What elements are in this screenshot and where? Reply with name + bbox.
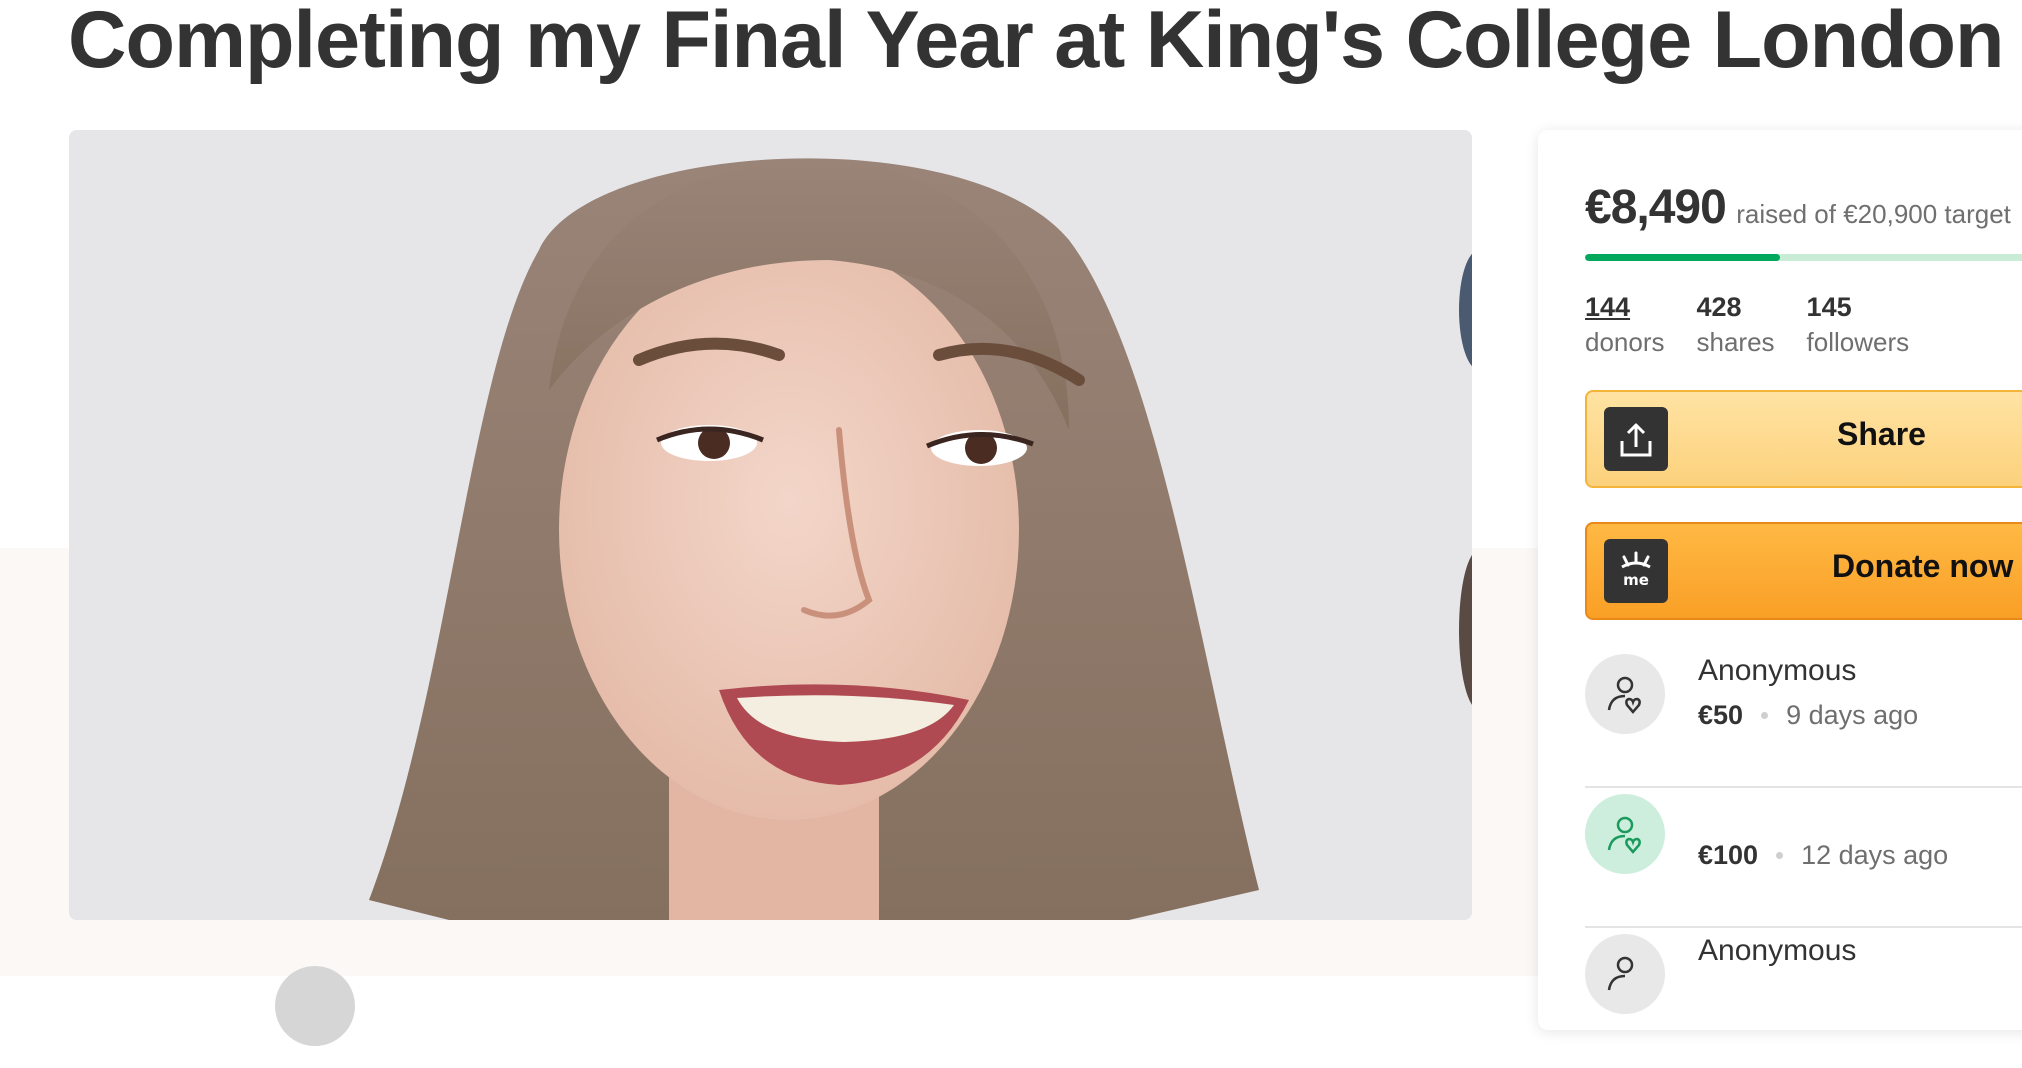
donor-name: Anonymous [1698,654,1857,687]
share-icon [1604,407,1668,471]
donor-heart-icon [1585,794,1665,874]
donor-heart-icon [1585,654,1665,734]
stat-shares-count: 428 [1696,292,1742,322]
stats-row: 144 donors 428 shares 145 followers [1585,292,1909,358]
donor-amount: €50 [1698,700,1744,730]
share-button[interactable]: Share [1585,390,2022,488]
stat-donors-count[interactable]: 144 [1585,292,1665,323]
progress-bar-fill [1585,254,1780,261]
donation-panel: €8,490 raised of €20,900 target 144 dono… [1538,130,2022,1030]
donate-button[interactable]: me Donate now [1585,522,2022,620]
stat-followers: 145 followers [1807,292,1910,358]
stat-followers-label: followers [1806,327,1910,357]
donor-item: Anonymous €50 9 days ago [1585,648,2022,788]
donor-amount: €100 [1698,840,1759,870]
organizer-avatar[interactable] [275,966,355,1046]
progress-bar [1585,254,2022,261]
stat-followers-count: 145 [1806,292,1852,322]
svg-text:me: me [1623,571,1649,589]
campaign-photo-image [69,130,1472,920]
share-button-label: Share [1837,416,1926,452]
donor-time: 12 days ago [1801,840,1949,870]
donor-heart-icon [1585,934,1665,1014]
page-title: Completing my Final Year at King's Colle… [68,0,2004,85]
donor-item: €100 12 days ago [1585,788,2022,928]
donor-meta: €50 9 days ago [1698,700,1918,731]
donor-meta: €100 12 days ago [1698,840,1948,871]
stat-donors[interactable]: 144 donors [1585,292,1665,358]
raised-amount: €8,490 [1585,181,1727,234]
stat-shares-label: shares [1696,327,1775,357]
donate-button-label: Donate now [1832,548,2014,584]
donor-item: Anonymous [1585,928,2022,1068]
donor-time: 9 days ago [1786,700,1919,730]
stat-shares: 428 shares [1697,292,1775,358]
raised-summary: €8,490 raised of €20,900 target [1585,180,2011,235]
separator-dot [1761,712,1769,719]
separator-dot [1776,852,1784,859]
stat-donors-label: donors [1585,327,1665,357]
gofundme-icon: me [1604,539,1668,603]
donor-name: Anonymous [1698,934,1857,967]
campaign-photo[interactable] [69,130,1472,920]
raised-target-text: raised of €20,900 target [1736,199,2011,229]
